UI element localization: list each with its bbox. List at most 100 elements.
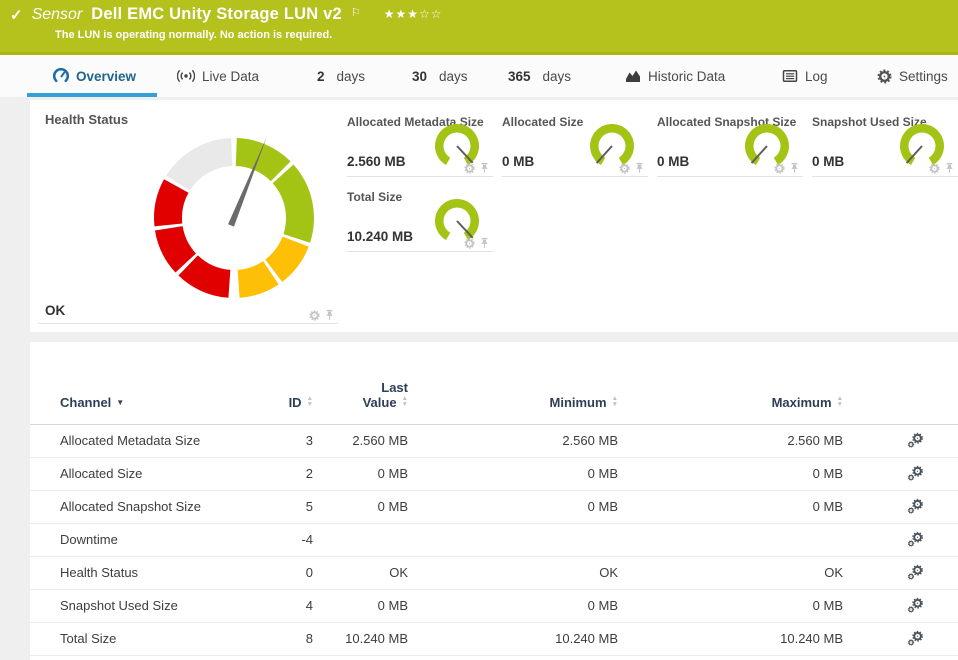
table-row[interactable]: Snapshot Used Size 4 0 MB 0 MB 0 MB [30,589,958,623]
tab-365-days[interactable]: 365 days [508,55,571,97]
table-row[interactable]: Allocated Size 2 0 MB 0 MB 0 MB [30,457,958,491]
channel-maximum: 0 MB [620,457,845,491]
sensor-status-message: The LUN is operating normally. No action… [55,29,333,41]
tab-historic-data[interactable]: Historic Data [625,55,725,97]
tab-30-days[interactable]: 30 days [412,55,468,97]
tile-value: 0 MB [812,154,845,169]
channel-last-value: 10.240 MB [315,622,410,656]
table-row[interactable]: Allocated Metadata Size 3 2.560 MB 2.560… [30,424,958,458]
col-header-channel[interactable]: Channel ▼ [30,342,240,425]
tile-value: 0 MB [657,154,690,169]
gear-icon[interactable] [464,163,475,174]
table-row[interactable]: Total Size 8 10.240 MB 10.240 MB 10.240 … [30,622,958,656]
channel-id: 3 [240,424,315,458]
channel-id: 8 [240,622,315,656]
channel-name[interactable]: Snapshot Used Size [30,589,240,623]
tile-actions [464,237,490,249]
channel-settings-gears-icon[interactable] [907,465,924,482]
gauge-icon [53,68,69,83]
sort-icon: ▲ ▼ [306,395,313,408]
sensor-title-row: ✓ Sensor Dell EMC Unity Storage LUN v2 ⚐… [10,5,443,24]
tile-actions [464,162,490,174]
col-header-id[interactable]: ID ▲ ▼ [240,342,315,425]
health-status-tile: Health Status OK [38,108,338,324]
channel-id: 4 [240,589,315,623]
channel-minimum: 0 MB [410,589,620,623]
sensor-kind-label: Sensor [31,6,83,23]
tab-settings-label: Settings [899,68,948,84]
pin-icon[interactable] [324,309,335,321]
health-status-gauge [154,137,314,298]
tab-log[interactable]: Log [782,55,828,97]
table-row[interactable]: Downtime -4 [30,523,958,557]
tab-overview[interactable]: Overview [26,55,158,97]
channel-tile-allocated-metadata-size: Allocated Metadata Size 2.560 MB [347,115,493,177]
col-header-maximum[interactable]: Maximum ▲ ▼ [620,342,845,425]
table-row[interactable]: Health Status 0 OK OK OK [30,556,958,590]
pin-icon[interactable] [944,162,955,174]
channel-settings-gears-icon[interactable] [907,498,924,515]
col-header-minimum-label: Minimum [549,394,607,410]
tab-30-days-label: days [439,68,468,84]
health-status-value: OK [45,303,66,318]
pin-icon[interactable] [479,162,490,174]
stars-filled[interactable]: ★★★ [384,7,419,21]
pin-icon[interactable] [789,162,800,174]
channel-name[interactable]: Allocated Metadata Size [30,424,240,458]
tile-label: Allocated Size [502,115,584,129]
channel-tile-allocated-size: Allocated Size 0 MB [502,115,648,177]
gear-icon [877,68,892,84]
channel-name[interactable]: Allocated Size [30,457,240,491]
log-list-icon [782,70,798,82]
tab-settings[interactable]: Settings [877,55,948,97]
col-header-last-value[interactable]: Last Value ▲ ▼ [315,342,410,425]
channel-settings-gears-icon[interactable] [907,630,924,647]
tile-actions [929,162,955,174]
tab-365-days-label: days [542,68,572,84]
col-header-minimum[interactable]: Minimum ▲ ▼ [410,342,620,425]
priority-stars[interactable]: ★★★☆☆ [384,7,443,21]
tile-label: Total Size [347,190,403,204]
tab-2-days[interactable]: 2 days [317,55,365,97]
page-title: Dell EMC Unity Storage LUN v2 [91,5,342,23]
channel-name[interactable]: Allocated Snapshot Size [30,490,240,524]
gear-icon[interactable] [309,310,320,321]
sensor-status-bar: ✓ Sensor Dell EMC Unity Storage LUN v2 ⚐… [0,0,958,55]
tab-live-data[interactable]: Live Data [177,55,259,97]
pin-icon[interactable] [634,162,645,174]
channel-name[interactable]: Downtime [30,523,240,557]
channels-panel: Channel ▼ ID ▲ ▼ Last Value ▲ ▼ Minimum ▲ ▼ Maxi… [30,342,958,660]
tab-live-data-label: Live Data [202,68,260,84]
status-check-icon: ✓ [10,6,23,24]
sort-icon: ▲ ▼ [611,395,618,408]
table-row[interactable]: Allocated Snapshot Size 5 0 MB 0 MB 0 MB [30,490,958,524]
channel-settings-gears-icon[interactable] [907,432,924,449]
tab-30-days-number: 30 [412,68,428,84]
channel-tile-total-size: Total Size 10.240 MB [347,190,493,252]
channel-id: 0 [240,556,315,590]
channel-settings-gears-icon[interactable] [907,531,924,548]
channel-minimum: 0 MB [410,490,620,524]
channel-last-value: 0 MB [315,490,410,524]
gauges-panel: Health Status OK Allocated Metadata Size… [30,100,958,332]
gear-icon[interactable] [464,238,475,249]
channel-last-value: OK [315,556,410,590]
pin-icon[interactable] [479,237,490,249]
tile-value: 2.560 MB [347,154,406,169]
sort-icon: ▲ ▼ [836,395,843,408]
channel-tile-allocated-snapshot-size: Allocated Snapshot Size 0 MB [657,115,803,177]
channel-name[interactable]: Health Status [30,556,240,590]
channels-table: Channel ▼ ID ▲ ▼ Last Value ▲ ▼ Minimum ▲ ▼ Maxi… [30,342,958,656]
gear-icon[interactable] [774,163,785,174]
tile-value: 0 MB [502,154,535,169]
channel-name[interactable]: Total Size [30,622,240,656]
col-header-maximum-label: Maximum [771,394,832,410]
gear-icon[interactable] [619,163,630,174]
flag-icon[interactable]: ⚐ [351,6,361,19]
channel-settings-gears-icon[interactable] [907,564,924,581]
gear-icon[interactable] [929,163,940,174]
channel-last-value: 0 MB [315,589,410,623]
stars-empty[interactable]: ☆☆ [419,7,443,21]
channel-settings-gears-icon[interactable] [907,597,924,614]
channel-minimum: 2.560 MB [410,424,620,458]
